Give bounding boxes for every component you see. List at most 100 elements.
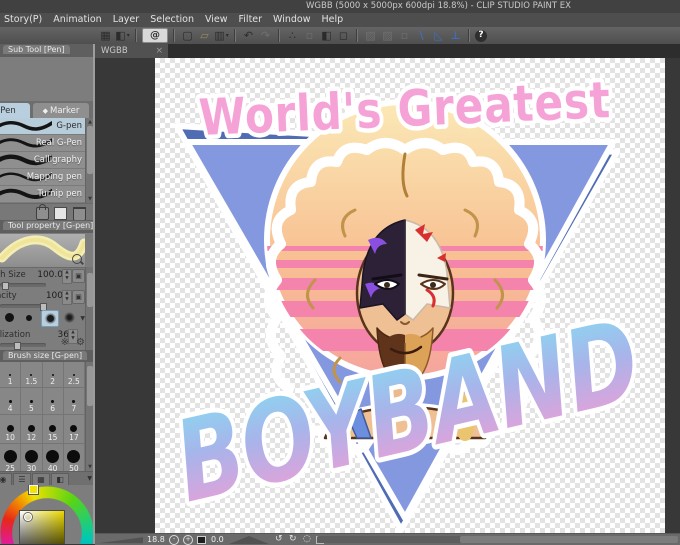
opacity-spinner[interactable]: ▲ ▼	[62, 290, 72, 305]
canvas-area[interactable]: World's Greatest BOYBAND	[95, 58, 680, 533]
opacity-dynamics-button[interactable]: ▣	[72, 290, 85, 304]
rotate-cw-icon[interactable]: ↻	[289, 534, 297, 544]
fit-to-screen-button[interactable]	[197, 536, 206, 544]
lock-subtool-icon[interactable]	[36, 204, 49, 220]
delete-subtool-icon[interactable]	[73, 207, 86, 221]
open-file-icon[interactable]: ▱	[197, 29, 212, 42]
brush-size-cell-2[interactable]: 2	[42, 362, 64, 388]
menu-item-animation[interactable]: Animation	[53, 14, 101, 25]
horizontal-scrollbar[interactable]	[317, 536, 678, 543]
anti-aliasing-medium-button[interactable]	[41, 310, 59, 327]
reset-view-icon[interactable]: ◌	[303, 534, 311, 544]
horizontal-scrollbar-thumb[interactable]	[460, 536, 678, 543]
brush-size-cell-10[interactable]: 10	[0, 415, 22, 444]
menu-item-window[interactable]: Window	[273, 14, 310, 25]
brush-size-header-tab[interactable]: Brush size [G-pen]	[3, 351, 88, 360]
brush-size-dot	[6, 425, 14, 432]
screen-settings-icon[interactable]: ◧ ▾	[115, 29, 130, 42]
brush-size-cell-12[interactable]: 12	[21, 415, 43, 444]
anti-aliasing-none-button[interactable]	[1, 310, 17, 325]
subtool-header-tab[interactable]: Sub Tool [Pen]	[3, 45, 70, 54]
menu-item-layer[interactable]: Layer	[113, 14, 140, 25]
subtool-item-gpen[interactable]: G-pen	[0, 118, 85, 135]
workspace-grid-icon[interactable]: ▦	[98, 29, 113, 42]
deselect-icon[interactable]: ∴	[285, 29, 300, 42]
brush-size-cell-1[interactable]: 1	[0, 362, 22, 388]
artwork-canvas: World's Greatest BOYBAND	[159, 67, 656, 533]
new-canvas-icon[interactable]: ▢	[180, 29, 195, 42]
brush-size-cell-7[interactable]: 7	[63, 388, 85, 415]
left-panel: Sub Tool [Pen] Pen ◆ Marker G-pen Real G-…	[0, 44, 93, 544]
menu-item-selection[interactable]: Selection	[150, 14, 194, 25]
rotation-value[interactable]: 0.0	[211, 535, 224, 544]
document-tab-bar: WGBB ×	[95, 44, 680, 58]
tool-property-scrollbar[interactable]	[85, 267, 93, 350]
color-selector-circle[interactable]	[24, 513, 32, 521]
subtool-item-turnippen[interactable]: Turnip pen	[0, 186, 85, 203]
wrench-icon[interactable]: ⚙	[76, 337, 85, 348]
brush-size-cell-2.5[interactable]: 2.5	[63, 362, 85, 388]
anti-aliasing-weak-button[interactable]	[21, 310, 37, 325]
hue-marker[interactable]	[29, 485, 38, 494]
brush-size-cell-4[interactable]: 4	[0, 388, 22, 415]
anti-aliasing-strong-button[interactable]	[61, 310, 77, 325]
brush-size-value[interactable]: 100.0	[37, 270, 63, 280]
subtool-scrollbar[interactable]: ▲ ▼	[85, 118, 93, 203]
artwork-title-text: World's Greatest	[198, 71, 612, 147]
brush-size-cell-5[interactable]: 5	[21, 388, 43, 415]
reselect-icon[interactable]: ▫	[302, 29, 317, 42]
zoom-slider[interactable]	[99, 537, 143, 544]
document-canvas[interactable]: World's Greatest BOYBAND	[155, 58, 665, 533]
saturation-value-square[interactable]	[19, 510, 65, 544]
tool-property-header-tab[interactable]: Tool property [G-pen]	[3, 221, 93, 230]
subtool-item-mappingpen[interactable]: Mapping pen	[0, 169, 85, 186]
brush-size-dynamics-button[interactable]: ▣	[72, 269, 85, 283]
rotate-ccw-icon[interactable]: ↺	[275, 534, 283, 544]
pin-icon[interactable]: ⊥	[448, 29, 463, 42]
close-tab-icon[interactable]: ×	[155, 44, 163, 58]
stabilization-slider[interactable]	[0, 342, 46, 350]
snap-grid-icon[interactable]: ▫	[397, 29, 412, 42]
brush-size-cell-15[interactable]: 15	[42, 415, 64, 444]
brush-size-slider[interactable]	[0, 282, 46, 290]
triangle-ruler-icon[interactable]: ◺	[431, 29, 446, 42]
snap-ruler-icon[interactable]: ▨	[363, 29, 378, 42]
clip-studio-icon[interactable]: @	[142, 28, 168, 43]
brush-size-cell-1.5[interactable]: 1.5	[21, 362, 43, 388]
undo-icon[interactable]: ↶	[241, 29, 256, 42]
ruler-pen-icon[interactable]: \	[414, 29, 429, 42]
tab-marker[interactable]: ◆ Marker	[33, 103, 89, 118]
brush-size-cell-17[interactable]: 17	[63, 415, 85, 444]
subtool-item-calligraphy[interactable]: Calligraphy	[0, 152, 85, 169]
rotation-slider[interactable]	[229, 536, 269, 544]
subtool-tab-strip: Pen ◆ Marker	[0, 101, 93, 118]
help-icon[interactable]: ?	[475, 29, 487, 42]
palette-dropdown-icon[interactable]: ▼	[87, 475, 92, 482]
menu-item-storyp[interactable]: Story(P)	[4, 14, 42, 25]
crop-frame-icon[interactable]: ◻	[336, 29, 351, 42]
brush-size-dot	[8, 400, 12, 403]
opacity-value[interactable]: 100	[46, 291, 63, 301]
create-subtool-icon[interactable]	[54, 207, 67, 220]
brush-size-spinner[interactable]: ▲ ▼	[62, 269, 72, 284]
save-icon[interactable]: ▥ ▾	[214, 29, 229, 42]
document-tab[interactable]: WGBB ×	[95, 44, 168, 58]
subtool-panel-header: Sub Tool [Pen]	[0, 44, 93, 57]
menu-item-view[interactable]: View	[205, 14, 228, 25]
brush-size-scrollbar[interactable]: ▼	[85, 362, 93, 471]
subtool-list: G-pen Real G-Pen Calligraphy Mapping pen Tur…	[0, 118, 85, 203]
status-bar: 18.8 - + 0.0 ↺ ↻ ◌	[95, 533, 680, 545]
redo-icon[interactable]: ↷	[258, 29, 273, 42]
zoom-value[interactable]: 18.8	[147, 535, 165, 544]
menu-item-filter[interactable]: Filter	[239, 14, 263, 25]
opacity-slider[interactable]	[0, 303, 47, 311]
fill-icon[interactable]: ◧	[319, 29, 334, 42]
subtool-item-realgpen[interactable]: Real G-Pen	[0, 135, 85, 152]
menu-item-help[interactable]: Help	[322, 14, 344, 25]
snap-special-ruler-icon[interactable]: ▨	[380, 29, 395, 42]
brush-size-cell-6[interactable]: 6	[42, 388, 64, 415]
tab-pen[interactable]: Pen	[0, 103, 30, 118]
reset-tool-settings-icon[interactable]: ※	[61, 337, 69, 348]
brush-size-number: 7	[71, 404, 77, 413]
preview-magnifier-icon[interactable]	[72, 254, 82, 264]
